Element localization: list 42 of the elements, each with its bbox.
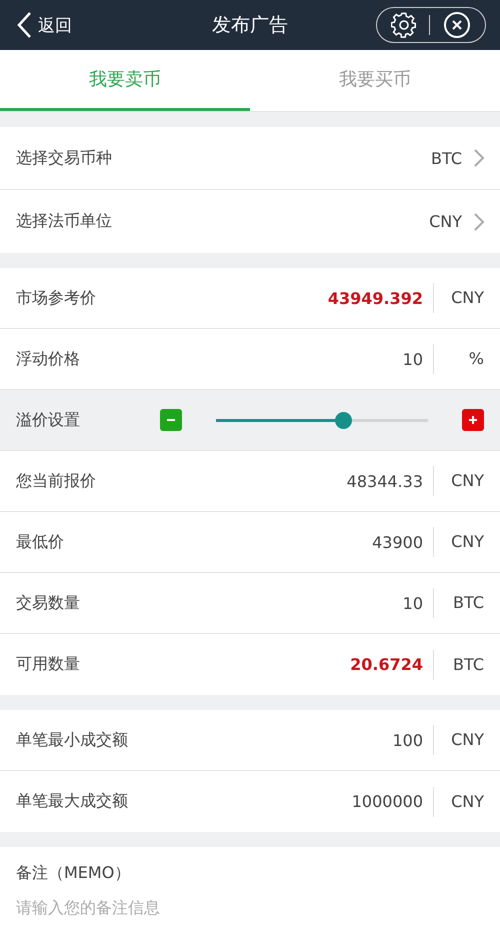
plus-icon [467, 414, 479, 426]
row-value: 20.6724 [350, 655, 424, 674]
back-button[interactable]: 返回 [0, 11, 72, 39]
row-label: 单笔最大成交额 [16, 791, 129, 812]
row-value: 10 [402, 594, 424, 612]
select-row[interactable]: 选择法币单位 CNY [0, 190, 500, 253]
unit-label: CNY [433, 466, 484, 496]
unit-label: BTC [433, 650, 484, 680]
row-label: 单笔最小成交额 [16, 730, 129, 750]
unit-label: % [433, 344, 484, 374]
row-label: 溢价设置 [16, 410, 81, 430]
row-label: 交易数量 [16, 592, 81, 614]
settings-icon[interactable] [391, 12, 418, 38]
unit-label: CNY [433, 725, 484, 755]
increase-button[interactable] [462, 409, 484, 431]
row-value: 10 [402, 350, 424, 368]
row-value: BTC [431, 148, 463, 168]
row-label: 您当前报价 [16, 470, 97, 492]
row-label: 选择交易币种 [16, 148, 113, 168]
memo-label: 备注（MEMO） [16, 863, 132, 884]
row-label: 浮动价格 [16, 348, 81, 370]
row-value: 1000000 [352, 792, 424, 811]
decrease-button[interactable] [160, 409, 182, 431]
row-label: 市场参考价 [16, 288, 97, 308]
unit-label: CNY [433, 527, 484, 557]
chevron-icon [474, 212, 484, 230]
row-label: 最低价 [16, 532, 65, 552]
row-value: 43900 [372, 532, 424, 552]
row-label: 可用数量 [16, 654, 81, 675]
row-value: CNY [429, 212, 463, 231]
row-value: 48344.33 [346, 472, 424, 490]
unit-label: CNY [433, 786, 484, 816]
chevron-icon [474, 149, 484, 167]
slider-thumb[interactable] [335, 412, 352, 428]
row-value: 43949.392 [328, 288, 424, 308]
row-label: 选择法币单位 [16, 211, 113, 232]
row-value: 100 [392, 730, 424, 750]
close-icon[interactable] [442, 11, 471, 39]
unit-label: BTC [433, 588, 484, 618]
page-title: 发布广告 [212, 13, 288, 38]
select-row[interactable]: 选择交易币种 BTC [0, 127, 500, 190]
unit-label: CNY [433, 283, 484, 313]
